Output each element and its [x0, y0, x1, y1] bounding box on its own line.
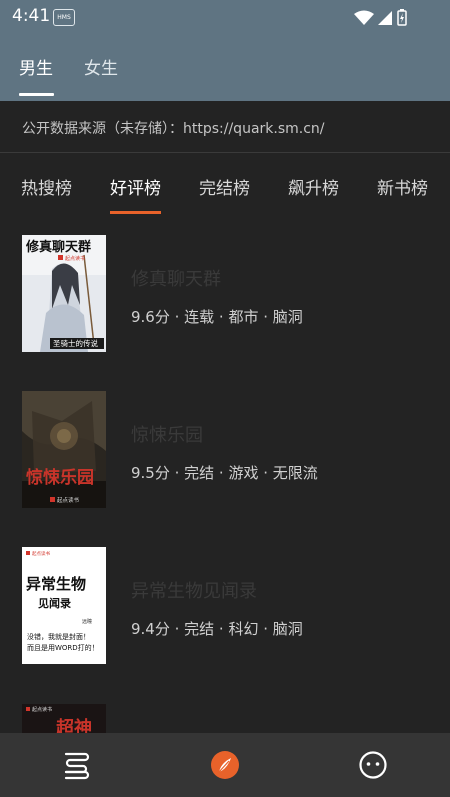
tab-top-rated[interactable]: 好评榜 [110, 174, 161, 199]
bookshelf-icon[interactable] [60, 749, 92, 781]
cover-title: 惊悚乐园 [26, 467, 94, 488]
svg-text:起点读书: 起点读书 [57, 496, 80, 504]
book-item[interactable]: 起点读书 异常生物 见闻录 远瞳 没错，我就是封面！ 而且是用WORD打的！ 异… [0, 547, 450, 687]
status-icons [354, 9, 407, 26]
svg-text:起点读书: 起点读书 [65, 255, 85, 262]
book-item[interactable]: 惊悚乐园 起点读书 惊悚乐园 9.5分 · 完结 · 游戏 · 无限流 [0, 391, 450, 531]
gender-tab-bar: 男生 女生 [0, 34, 450, 101]
data-source-notice: 公开数据来源（未存储）：https://quark.sm.cn/ [22, 121, 325, 137]
ranking-tab-indicator [110, 211, 161, 214]
cell-signal-icon [378, 11, 392, 25]
svg-text:圣骑士的传说: 圣骑士的传说 [53, 338, 98, 348]
svg-text:起点读书: 起点读书 [32, 706, 52, 713]
tab-hot-search[interactable]: 热搜榜 [21, 174, 72, 199]
book-meta: 9.4分 · 完结 · 科幻 · 脑洞 [131, 620, 303, 638]
svg-text:没错，我就是封面！: 没错，我就是封面！ [27, 632, 90, 641]
battery-icon [397, 9, 407, 26]
svg-text:远瞳: 远瞳 [82, 618, 92, 625]
book-meta: 9.6分 · 连载 · 都市 · 脑洞 [131, 308, 303, 326]
gender-tab-indicator [19, 93, 54, 96]
profile-face-icon[interactable] [357, 749, 389, 781]
cover-title: 修真聊天群 [25, 239, 91, 255]
book-item[interactable]: 起点读书 超神 [0, 704, 450, 733]
svg-text:而且是用WORD打的！: 而且是用WORD打的！ [27, 643, 99, 652]
book-title[interactable]: 惊悚乐园 [131, 421, 203, 447]
book-meta: 9.5分 · 完结 · 游戏 · 无限流 [131, 464, 318, 482]
svg-text:起点读书: 起点读书 [32, 550, 50, 557]
svg-text:见闻录: 见闻录 [38, 596, 71, 610]
book-cover[interactable]: 起点读书 超神 [22, 704, 106, 733]
tab-male[interactable]: 男生 [19, 54, 53, 79]
bottom-navigation [0, 733, 450, 797]
book-cover[interactable]: 起点读书 异常生物 见闻录 远瞳 没错，我就是封面！ 而且是用WORD打的！ [22, 547, 106, 664]
status-time: 4:41 [12, 6, 51, 26]
status-bar: 4:41 HMS [0, 0, 450, 34]
book-cover[interactable]: 惊悚乐园 起点读书 [22, 391, 106, 508]
wifi-icon [354, 10, 374, 25]
book-item[interactable]: 修真聊天群 起点读书 圣骑士的传说 修真聊天群 9.6分 · 连载 · 都市 ·… [0, 235, 450, 375]
divider [0, 152, 450, 153]
book-cover[interactable]: 修真聊天群 起点读书 圣骑士的传说 [22, 235, 106, 352]
cover-title: 异常生物 [26, 575, 86, 593]
hms-notification-icon: HMS [53, 9, 75, 26]
tab-completed[interactable]: 完结榜 [199, 174, 250, 199]
tab-female[interactable]: 女生 [84, 54, 118, 79]
tab-rising[interactable]: 飙升榜 [288, 174, 339, 199]
tab-new-books[interactable]: 新书榜 [377, 174, 428, 199]
cover-title: 超神 [56, 717, 92, 733]
book-title[interactable]: 修真聊天群 [131, 265, 221, 291]
book-title[interactable]: 异常生物见闻录 [131, 577, 257, 603]
discover-compass-icon[interactable] [209, 749, 241, 781]
